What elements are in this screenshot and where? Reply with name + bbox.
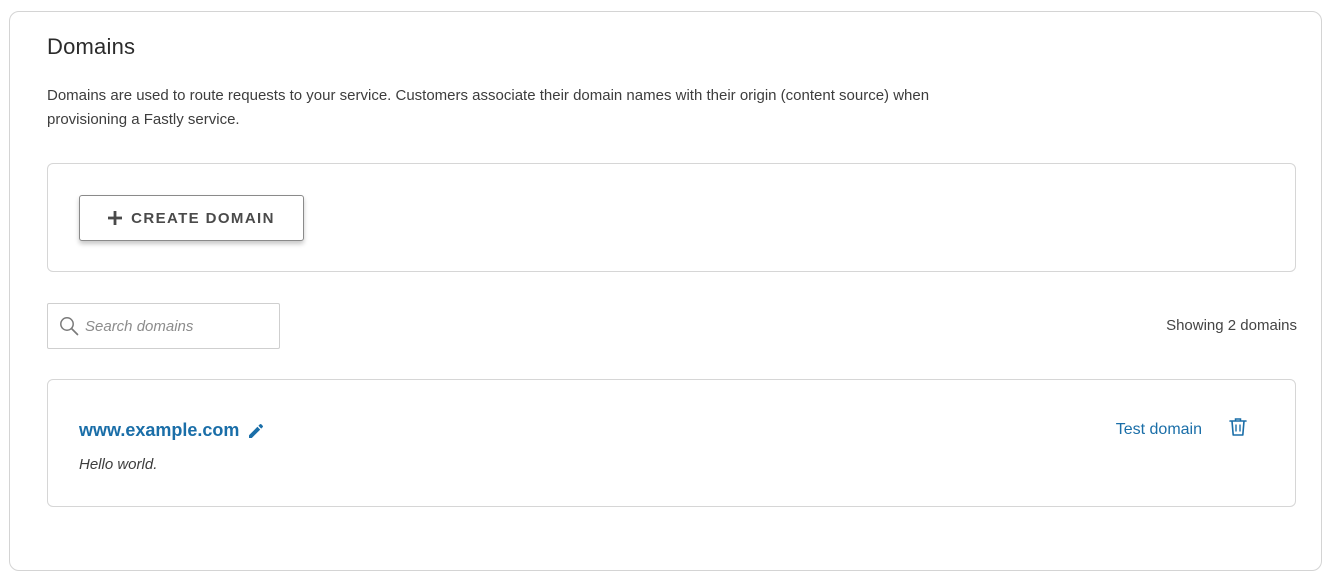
domain-name-link[interactable]: www.example.com xyxy=(79,420,265,441)
search-field[interactable] xyxy=(47,303,280,349)
search-icon xyxy=(59,316,79,336)
create-domain-card: CREATE DOMAIN xyxy=(47,163,1296,272)
domain-count: Showing 2 domains xyxy=(1166,317,1297,334)
search-input[interactable] xyxy=(85,317,270,335)
plus-icon xyxy=(108,211,123,225)
domain-card: www.example.com Hello world. Test domain xyxy=(47,379,1296,507)
create-domain-button[interactable]: CREATE DOMAIN xyxy=(79,195,304,241)
test-domain-link[interactable]: Test domain xyxy=(1116,421,1202,439)
domain-comment: Hello world. xyxy=(79,456,158,473)
page-title: Domains xyxy=(47,34,136,59)
section-description: Domains are used to route requests to yo… xyxy=(47,87,930,128)
create-domain-label: CREATE DOMAIN xyxy=(131,209,275,227)
pencil-icon[interactable] xyxy=(247,422,265,440)
trash-icon[interactable] xyxy=(1229,417,1247,437)
domain-name: www.example.com xyxy=(79,420,240,440)
